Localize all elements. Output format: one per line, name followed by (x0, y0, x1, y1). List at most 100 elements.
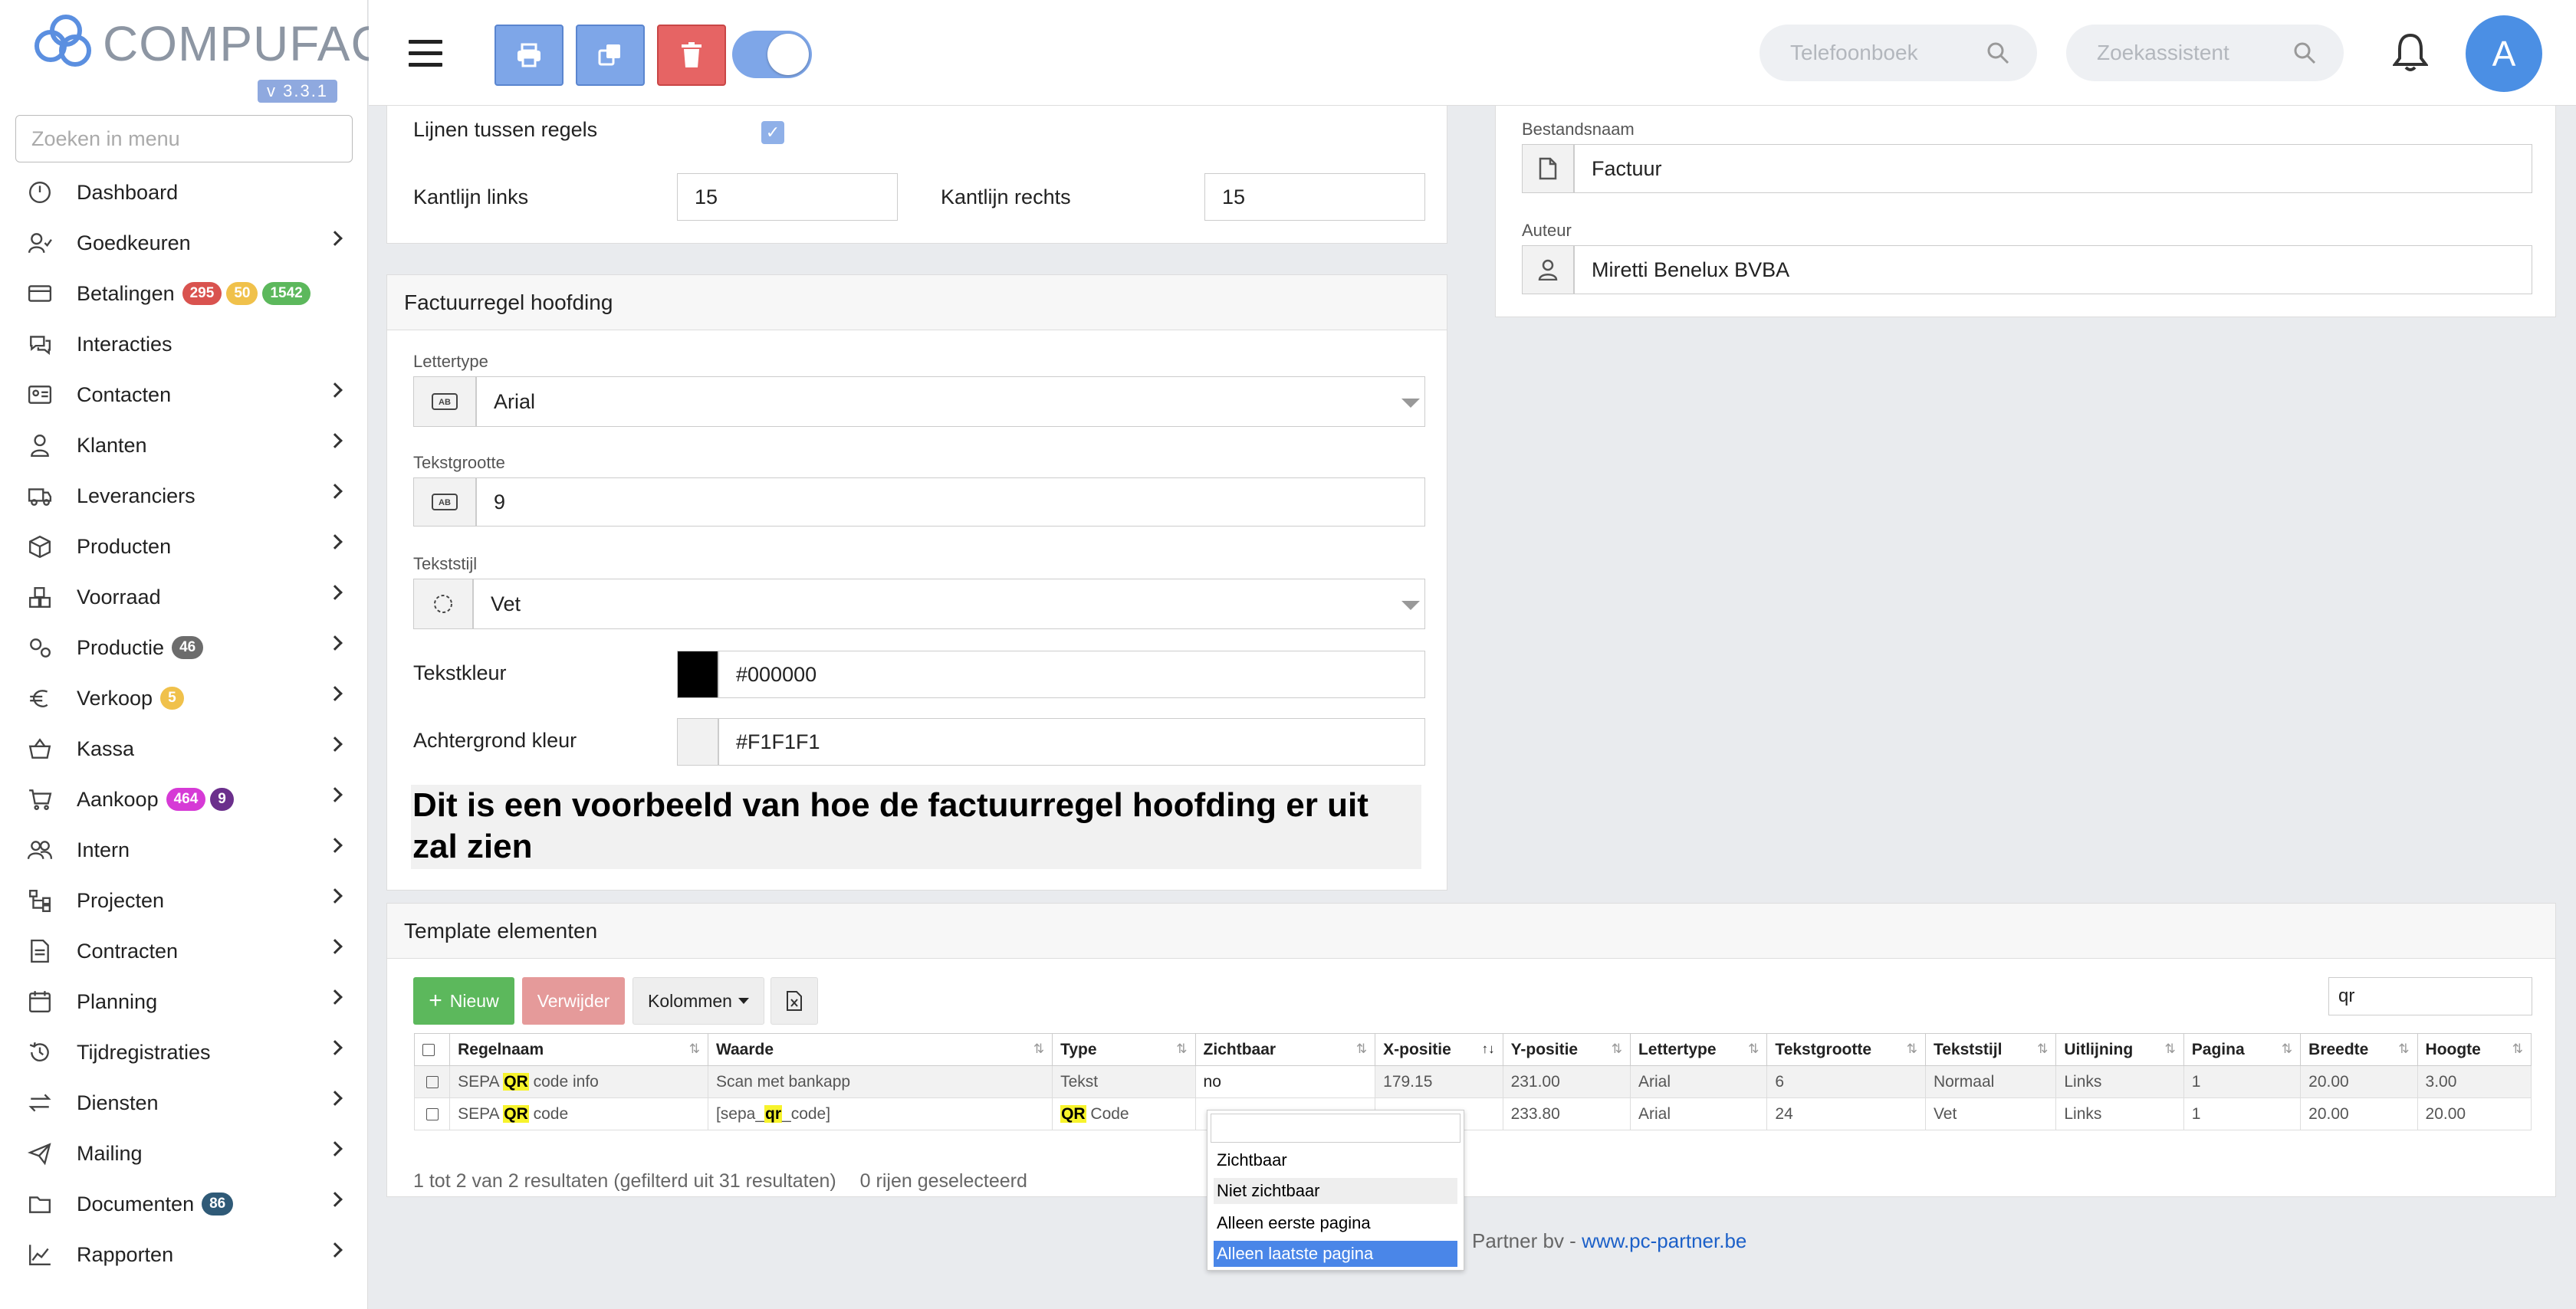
column-header-waarde[interactable]: Waarde ⇅ (707, 1033, 1053, 1066)
copy-button[interactable] (576, 25, 645, 86)
column-header-y-positie[interactable]: Y-positie ⇅ (1502, 1033, 1631, 1066)
margin-left-input[interactable]: 15 (677, 173, 898, 221)
lines-checkbox[interactable]: ✓ (761, 121, 784, 144)
row-checkbox[interactable] (426, 1075, 439, 1088)
sidebar-item-kassa[interactable]: Kassa (0, 723, 368, 774)
sidebar-item-goedkeuren[interactable]: Goedkeuren (0, 218, 368, 268)
delete-button[interactable] (657, 25, 726, 86)
assistant-search[interactable]: Zoekassistent (2066, 25, 2344, 81)
column-header-label: Hoogte (2425, 1040, 2481, 1058)
sidebar-item-planning[interactable]: Planning (0, 976, 368, 1027)
print-button[interactable] (495, 25, 564, 86)
visibility-option[interactable]: Niet zichtbaar (1214, 1178, 1457, 1204)
sidebar-item-rapporten[interactable]: Rapporten (0, 1229, 368, 1280)
user-avatar[interactable]: A (2466, 15, 2542, 92)
column-header-tekststijl[interactable]: Tekststijl ⇅ (1924, 1033, 2057, 1066)
sort-icon[interactable]: ⇅ (689, 1042, 700, 1057)
row-select-cell[interactable] (413, 1065, 451, 1098)
sidebar-item-icon (23, 176, 57, 209)
mode-toggle[interactable] (732, 31, 812, 78)
sort-icon[interactable]: ⇅ (2398, 1042, 2409, 1057)
column-header-regelnaam[interactable]: Regelnaam ⇅ (449, 1033, 708, 1066)
visibility-option[interactable]: Alleen eerste pagina (1214, 1210, 1457, 1236)
phonebook-search[interactable]: Telefoonboek (1760, 25, 2037, 81)
count-badge: 464 (166, 788, 206, 811)
sort-icon[interactable]: ⇅ (2512, 1042, 2523, 1057)
sidebar-item-dashboard[interactable]: Dashboard (0, 167, 368, 218)
sort-icon[interactable]: ⇅ (1748, 1042, 1759, 1057)
sidebar-item-projecten[interactable]: Projecten (0, 875, 368, 926)
bg-color-swatch[interactable] (677, 718, 718, 766)
sort-icon[interactable]: ⇅ (1033, 1042, 1044, 1057)
columns-button[interactable]: Kolommen (632, 977, 764, 1025)
visibility-dropdown[interactable]: Zichtbaar Niet zichtbaar Alleen eerste p… (1207, 1110, 1464, 1271)
sidebar-item-productie[interactable]: Productie 46 (0, 622, 368, 673)
margin-right-input[interactable]: 15 (1204, 173, 1425, 221)
table-row[interactable]: SEPA QR code info Scan met bankapp Tekst no… (413, 1065, 2532, 1098)
sidebar-item-diensten[interactable]: Diensten (0, 1078, 368, 1128)
sort-icon[interactable]: ⇅ (2282, 1042, 2292, 1057)
column-header-x-positie[interactable]: X-positie ↑↓ (1375, 1033, 1503, 1066)
filename-input[interactable]: Factuur (1574, 144, 2532, 193)
menu-search-input[interactable] (15, 115, 353, 162)
sort-icon[interactable]: ⇅ (1907, 1042, 1917, 1057)
sidebar-item-documenten[interactable]: Documenten 86 (0, 1179, 368, 1229)
bg-color-input[interactable]: #F1F1F1 (718, 718, 1425, 766)
sidebar-item-tijdregistraties[interactable]: Tijdregistraties (0, 1027, 368, 1078)
sidebar-item-leveranciers[interactable]: Leveranciers (0, 471, 368, 521)
column-header-breedte[interactable]: Breedte ⇅ (2300, 1033, 2418, 1066)
footer-link[interactable]: www.pc-partner.be (1582, 1229, 1746, 1252)
text-color-input[interactable]: #000000 (718, 651, 1425, 698)
column-header-type[interactable]: Type ⇅ (1052, 1033, 1196, 1066)
caret-down-icon (738, 998, 749, 1004)
column-header-tekstgrootte[interactable]: Tekstgrootte ⇅ (1766, 1033, 1926, 1066)
sidebar-item-mailing[interactable]: Mailing (0, 1128, 368, 1179)
sort-icon[interactable]: ⇅ (1612, 1042, 1622, 1057)
visibility-option-selected[interactable]: Alleen laatste pagina (1214, 1241, 1457, 1267)
hamburger-menu-button[interactable] (409, 40, 442, 67)
new-button[interactable]: + Nieuw (413, 977, 514, 1025)
size-input[interactable]: 9 (476, 477, 1425, 527)
column-header-pagina[interactable]: Pagina ⇅ (2183, 1033, 2302, 1066)
sidebar-item-aankoop[interactable]: Aankoop 464 9 (0, 774, 368, 825)
column-header-lettertype[interactable]: Lettertype ⇅ (1629, 1033, 1768, 1066)
sidebar-item-interacties[interactable]: Interacties (0, 319, 368, 369)
search-icon (1987, 42, 2009, 64)
sort-icon[interactable]: ⇅ (2037, 1042, 2048, 1057)
row-select-cell[interactable] (413, 1097, 451, 1130)
sidebar-item-verkoop[interactable]: Verkoop 5 (0, 673, 368, 723)
sort-icon[interactable]: ⇅ (2165, 1042, 2176, 1057)
sort-icon[interactable]: ↑↓ (1482, 1042, 1495, 1057)
table-row[interactable]: SEPA QR code [sepa_qr_code] QR Code 233.80 A… (413, 1097, 2532, 1130)
sort-icon[interactable]: ⇅ (1176, 1042, 1187, 1057)
sidebar-item-contracten[interactable]: Contracten (0, 926, 368, 976)
column-header-hoogte[interactable]: Hoogte ⇅ (2417, 1033, 2532, 1066)
sidebar-item-intern[interactable]: Intern (0, 825, 368, 875)
paper-plane-icon (27, 1143, 51, 1166)
author-input[interactable]: Miretti Benelux BVBA (1574, 245, 2532, 294)
table-search-input[interactable]: qr (2328, 977, 2532, 1015)
delete-rows-button[interactable]: Verwijder (522, 977, 625, 1025)
style-select[interactable]: Vet (473, 579, 1425, 629)
visibility-option[interactable]: Zichtbaar (1214, 1147, 1457, 1173)
sidebar-item-voorraad[interactable]: Voorraad (0, 572, 368, 622)
select-all-checkbox[interactable] (422, 1043, 435, 1056)
row-checkbox[interactable] (426, 1107, 439, 1120)
sidebar-item-icon (23, 1187, 57, 1221)
sidebar-item-producten[interactable]: Producten (0, 521, 368, 572)
text-color-swatch[interactable] (677, 651, 718, 698)
sort-icon[interactable]: ⇅ (1356, 1042, 1367, 1057)
excel-export-button[interactable] (770, 977, 818, 1025)
sidebar-item-contacten[interactable]: Contacten (0, 369, 368, 420)
cell-zichtbaar-editing[interactable]: no (1194, 1065, 1376, 1098)
count-badge: 86 (202, 1193, 234, 1216)
select-all-header[interactable] (413, 1033, 451, 1066)
compufact-logo[interactable]: COMPUFACT (34, 12, 417, 74)
column-header-uitlijning[interactable]: Uitlijning ⇅ (2055, 1033, 2184, 1066)
visibility-dropdown-search[interactable] (1211, 1114, 1460, 1143)
bell-icon[interactable] (2393, 32, 2428, 72)
sidebar-item-klanten[interactable]: Klanten (0, 420, 368, 471)
sidebar-item-betalingen[interactable]: Betalingen 295 50 1542 (0, 268, 368, 319)
column-header-zichtbaar[interactable]: Zichtbaar ⇅ (1194, 1033, 1376, 1066)
font-select[interactable]: Arial (476, 376, 1425, 427)
